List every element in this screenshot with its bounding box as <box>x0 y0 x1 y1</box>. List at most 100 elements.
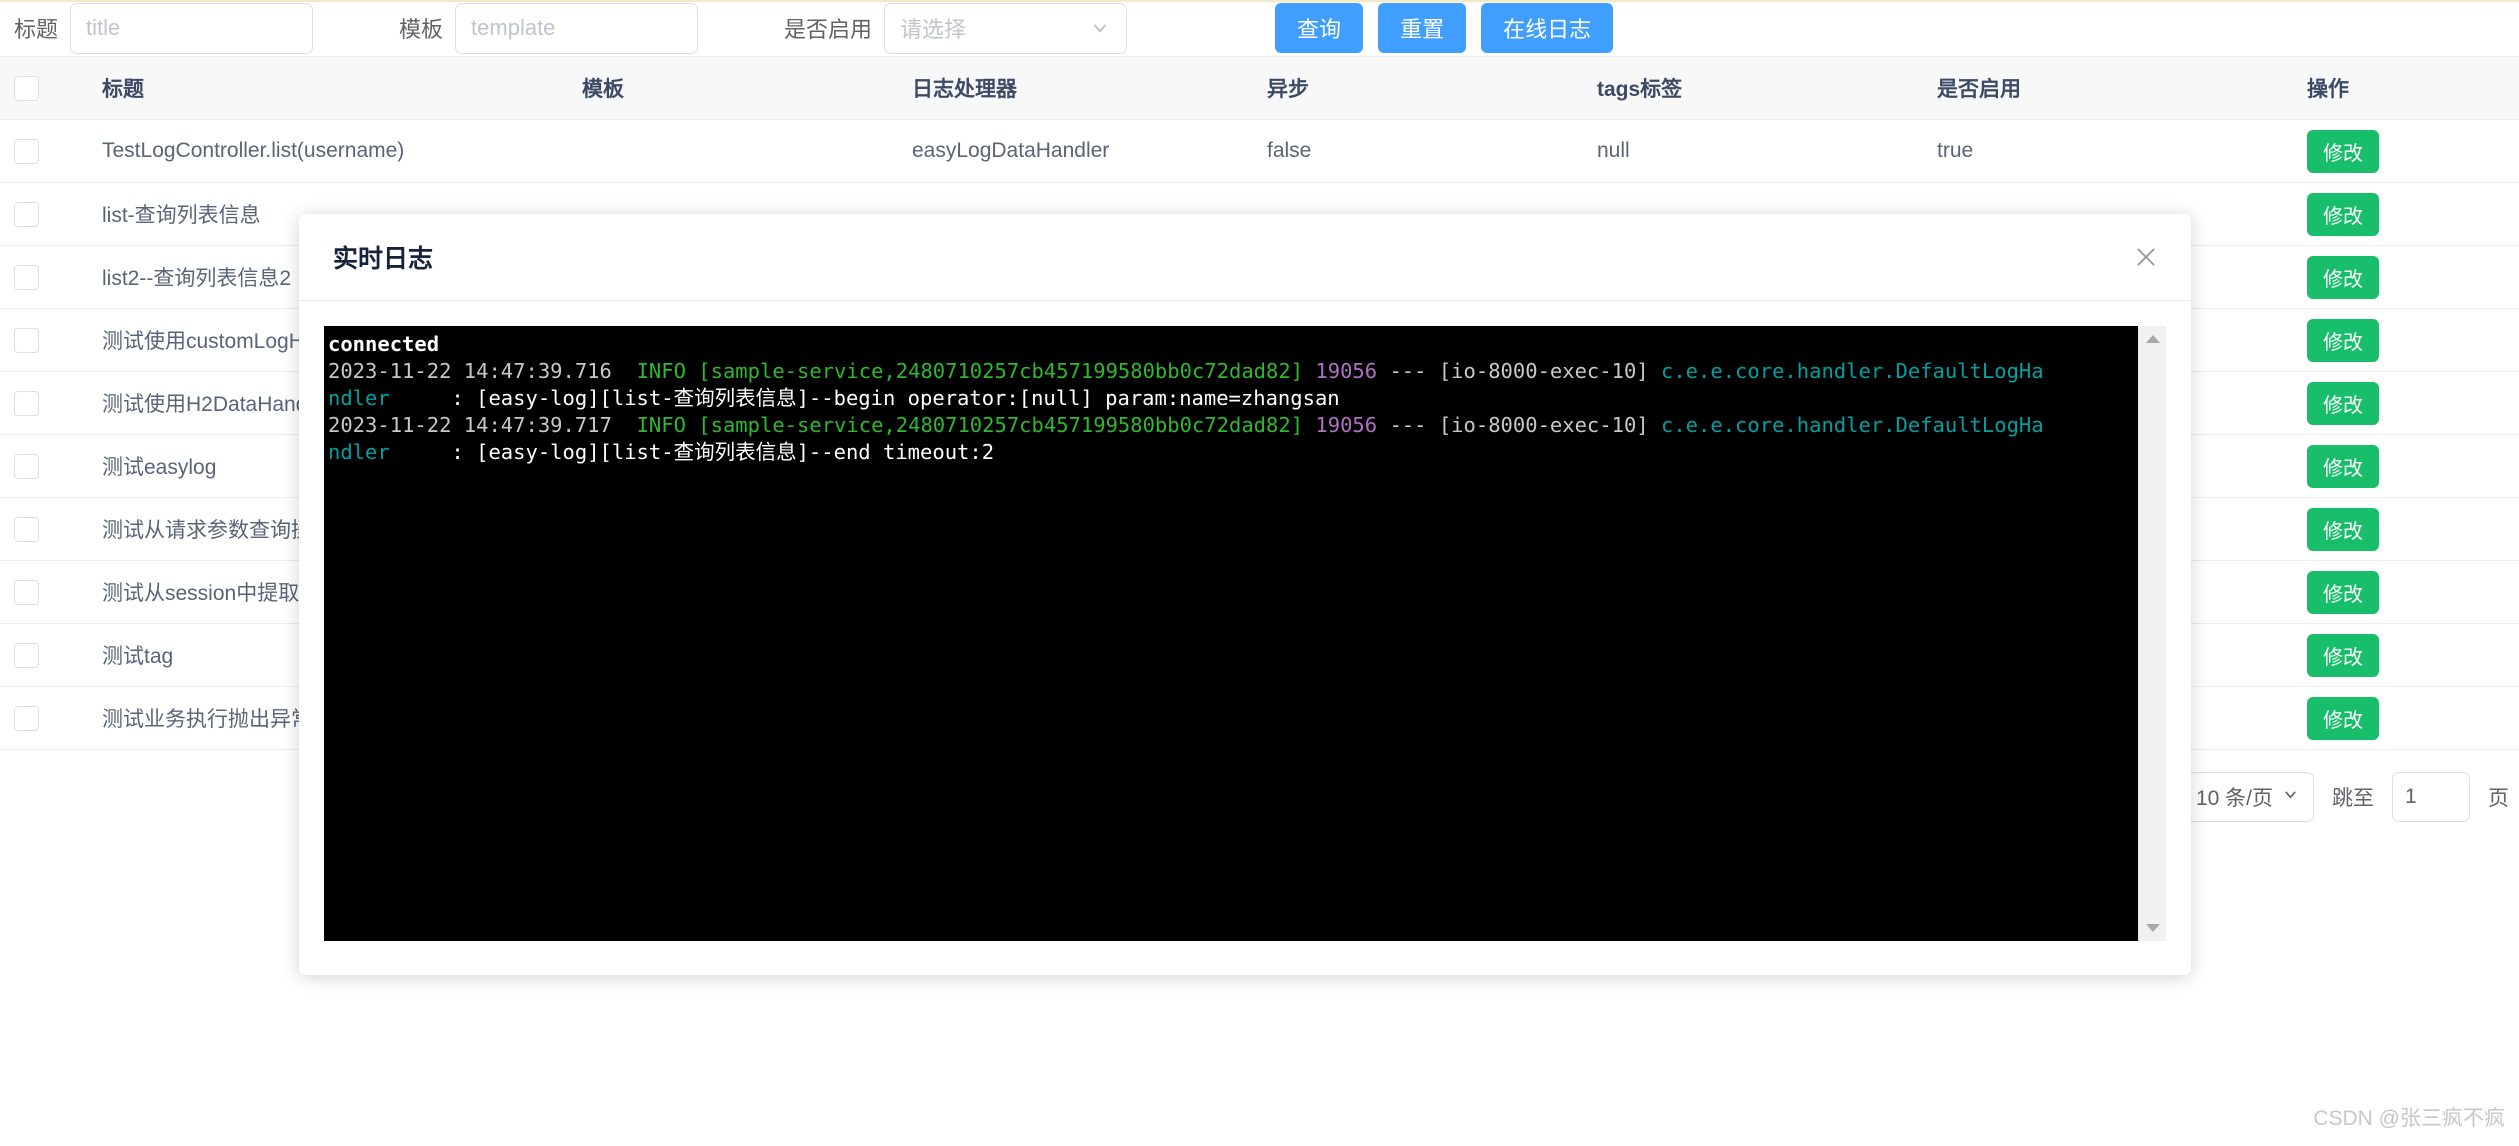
edit-button[interactable]: 修改 <box>2307 318 2379 362</box>
log-output: connected 2023-11-22 14:47:39.716 INFO [… <box>324 326 2166 466</box>
log-segment: ndler <box>328 386 390 410</box>
log-segment: 19056 <box>1315 359 1378 383</box>
row-checkbox[interactable] <box>14 579 39 605</box>
cell-title: TestLogController.list(username) <box>88 119 568 183</box>
row-checkbox[interactable] <box>14 453 39 479</box>
query-button[interactable]: 查询 <box>1275 3 1364 53</box>
filter-bar: 标题 模板 是否启用 请选择 查询 重置 在线日志 <box>0 0 2519 56</box>
header-tags[interactable]: tags标签 <box>1583 57 1923 120</box>
log-segment <box>1649 359 1661 383</box>
filter-actions: 查询 重置 在线日志 <box>1275 3 1614 53</box>
row-select-cell <box>0 371 88 435</box>
header-template[interactable]: 模板 <box>568 57 898 120</box>
scroll-up-arrow-icon[interactable] <box>2145 335 2160 343</box>
page-size-select[interactable]: 10 条/页 <box>2180 772 2314 822</box>
select-all-checkbox[interactable] <box>14 75 39 101</box>
log-segment: [io-8000-exec-10] <box>1438 413 1649 437</box>
log-segment: c.e.e.core.handler.DefaultLogHa <box>1661 359 2044 383</box>
online-log-button[interactable]: 在线日志 <box>1481 3 1614 53</box>
edit-button[interactable]: 修改 <box>2307 129 2379 173</box>
log-segment <box>686 359 698 383</box>
log-segment: INFO <box>636 413 686 437</box>
log-segment: --- <box>1377 413 1439 437</box>
edit-button[interactable]: 修改 <box>2307 696 2379 740</box>
title-input[interactable] <box>70 2 314 54</box>
modal-body: connected 2023-11-22 14:47:39.716 INFO [… <box>299 301 2191 975</box>
log-segment: [io-8000-exec-10] <box>1438 359 1649 383</box>
cell-operation: 修改 <box>2293 182 2519 246</box>
header-enabled[interactable]: 是否启用 <box>1923 57 2293 120</box>
table-header-row: 标题 模板 日志处理器 异步 tags标签 是否启用 操作 <box>0 57 2519 120</box>
cell-operation: 修改 <box>2293 371 2519 435</box>
filter-group-template: 模板 <box>399 2 699 54</box>
row-checkbox[interactable] <box>14 642 39 668</box>
log-segment: c.e.e.core.handler.DefaultLogHa <box>1661 413 2044 437</box>
log-segment: [sample-service,2480710257cb457199580bb0… <box>698 359 1304 383</box>
row-checkbox[interactable] <box>14 201 39 227</box>
row-select-cell <box>0 560 88 624</box>
cell-operation: 修改 <box>2293 434 2519 498</box>
jump-to-suffix: 页 <box>2488 787 2509 810</box>
log-segment: : [easy-log][list-查询列表信息]--end timeout:2 <box>389 440 995 464</box>
edit-button[interactable]: 修改 <box>2307 507 2379 551</box>
log-console[interactable]: connected 2023-11-22 14:47:39.716 INFO [… <box>324 326 2166 941</box>
row-checkbox[interactable] <box>14 705 39 731</box>
log-segment: INFO <box>636 359 686 383</box>
filter-label-title: 标题 <box>14 17 59 42</box>
table-row[interactable]: TestLogController.list(username) easyLogD… <box>0 119 2519 183</box>
log-segment: connected <box>328 332 440 356</box>
log-segment <box>1649 413 1661 437</box>
reset-button[interactable]: 重置 <box>1378 3 1467 53</box>
row-select-cell <box>0 245 88 309</box>
edit-button[interactable]: 修改 <box>2307 255 2379 299</box>
log-segment: [sample-service,2480710257cb457199580bb0… <box>698 413 1304 437</box>
row-checkbox[interactable] <box>14 327 39 353</box>
close-icon[interactable] <box>2131 242 2161 272</box>
row-checkbox[interactable] <box>14 264 39 290</box>
filter-group-enabled: 是否启用 请选择 <box>784 2 1128 54</box>
row-checkbox[interactable] <box>14 138 39 164</box>
cell-async: false <box>1253 119 1583 183</box>
chevron-down-icon <box>2282 785 2299 809</box>
jump-to-input[interactable] <box>2392 772 2470 822</box>
row-select-cell <box>0 308 88 372</box>
modal-title: 实时日志 <box>333 245 434 273</box>
row-checkbox[interactable] <box>14 516 39 542</box>
cell-operation: 修改 <box>2293 308 2519 372</box>
log-segment <box>686 413 698 437</box>
log-segment: 2023-11-22 14:47:39.716 <box>328 359 637 383</box>
cell-operation: 修改 <box>2293 119 2519 183</box>
log-segment <box>1303 359 1315 383</box>
template-input[interactable] <box>455 2 699 54</box>
header-async[interactable]: 异步 <box>1253 57 1583 120</box>
log-scrollbar[interactable] <box>2138 326 2166 941</box>
log-segment: 2023-11-22 14:47:39.717 <box>328 413 637 437</box>
cell-operation: 修改 <box>2293 245 2519 309</box>
log-segment: --- <box>1377 359 1439 383</box>
header-title[interactable]: 标题 <box>88 57 568 120</box>
cell-operation: 修改 <box>2293 497 2519 561</box>
realtime-log-modal: 实时日志 connected 2023-11-22 14:47:39.716 I… <box>299 214 2191 975</box>
log-segment: : [easy-log][list-查询列表信息]--begin operato… <box>389 386 1340 410</box>
edit-button[interactable]: 修改 <box>2307 570 2379 614</box>
edit-button[interactable]: 修改 <box>2307 633 2379 677</box>
row-select-cell <box>0 497 88 561</box>
cell-operation: 修改 <box>2293 560 2519 624</box>
edit-button[interactable]: 修改 <box>2307 381 2379 425</box>
row-select-cell <box>0 119 88 183</box>
cell-enabled: true <box>1923 119 2293 183</box>
row-select-cell <box>0 686 88 750</box>
cell-handler: easyLogDataHandler <box>898 119 1253 183</box>
row-select-cell <box>0 434 88 498</box>
scroll-down-arrow-icon[interactable] <box>2145 924 2160 932</box>
row-checkbox[interactable] <box>14 390 39 416</box>
edit-button[interactable]: 修改 <box>2307 444 2379 488</box>
enabled-select[interactable]: 请选择 <box>884 2 1128 54</box>
cell-operation: 修改 <box>2293 623 2519 687</box>
header-handler[interactable]: 日志处理器 <box>898 57 1253 120</box>
table-head: 标题 模板 日志处理器 异步 tags标签 是否启用 操作 <box>0 57 2519 120</box>
cell-operation: 修改 <box>2293 686 2519 750</box>
edit-button[interactable]: 修改 <box>2307 192 2379 236</box>
select-all-header <box>0 57 88 120</box>
row-select-cell <box>0 182 88 246</box>
